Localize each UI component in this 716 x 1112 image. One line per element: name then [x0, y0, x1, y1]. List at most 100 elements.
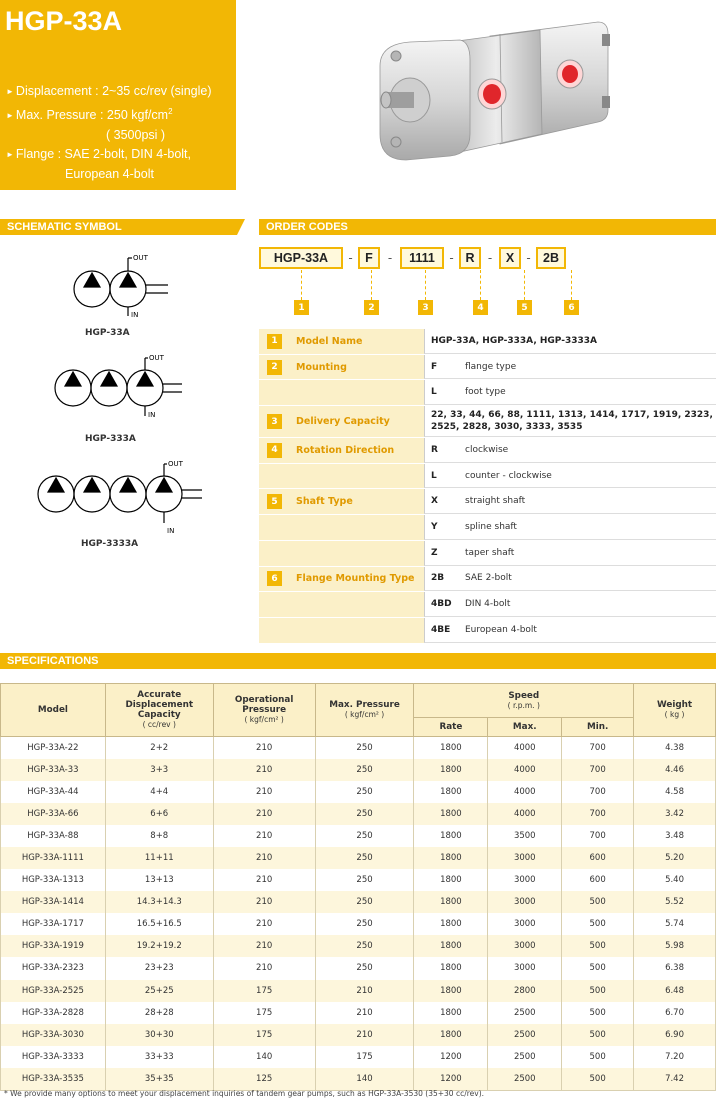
table-cell: 7.42 — [633, 1067, 716, 1091]
table-cell: 6.38 — [633, 957, 716, 980]
table-cell: 5.74 — [633, 913, 716, 936]
table-cell: 2800 — [487, 979, 563, 1002]
table-cell: 4000 — [487, 780, 563, 803]
code-number-badge: 2 — [364, 300, 379, 315]
table-cell: 7.20 — [633, 1045, 716, 1068]
order-row-flange-2: 4BD DIN 4-bolt — [259, 592, 716, 618]
table-cell: 210 — [212, 957, 316, 980]
footnote: * We provide many options to meet your d… — [4, 1089, 485, 1098]
table-row: HGP-33A-22 2+2 210 250 1800 4000 700 4.38 — [0, 736, 716, 759]
table-cell: 1800 — [413, 935, 489, 958]
col-weight: Weight( kg ) — [633, 683, 716, 737]
table-cell: 1800 — [413, 736, 489, 759]
table-cell: 700 — [561, 802, 635, 825]
table-cell: 125 — [212, 1067, 316, 1091]
table-cell: 5.20 — [633, 846, 716, 870]
bullet-triangle-icon: ► — [6, 149, 14, 159]
specifications-section-header: SPECIFICATIONS — [0, 653, 716, 669]
feature-flange: ► Flange : SAE 2-bolt, DIN 4-bolt, — [6, 146, 192, 161]
table-cell: HGP-33A-3030 — [0, 1023, 106, 1046]
order-codes-section-header: ORDER CODES — [259, 219, 716, 235]
table-cell: HGP-33A-1919 — [0, 935, 106, 958]
schematic-hgp-33a — [73, 257, 168, 316]
table-cell: HGP-33A-1414 — [0, 891, 106, 914]
table-cell: 1800 — [413, 758, 489, 781]
table-cell: HGP-33A-2525 — [0, 979, 106, 1002]
out-label: OUT — [133, 254, 149, 262]
table-row: HGP-33A-33 3+3 210 250 1800 4000 700 4.46 — [0, 758, 716, 781]
feature-pressure-psi: ( 3500psi ) — [106, 128, 166, 143]
in-label: IN — [148, 411, 155, 419]
table-cell: 1800 — [413, 824, 489, 847]
row-number-badge: 6 — [267, 571, 282, 587]
table-cell: 4000 — [487, 802, 563, 825]
table-cell: 1800 — [413, 846, 489, 870]
feature-pressure: ► Max. Pressure : 250 kgf/cm2 — [6, 106, 173, 122]
code-number-badge: 1 — [294, 300, 309, 315]
table-row: HGP-33A-3030 30+30 175 210 1800 2500 500 6.90 — [0, 1023, 716, 1046]
row-number-badge: 5 — [267, 494, 282, 510]
table-row: HGP-33A-1919 19.2+19.2 210 250 1800 3000 500 5.… — [0, 935, 716, 958]
order-row-mounting: 2 Mounting Fflange type — [259, 354, 716, 381]
table-cell: HGP-33A-44 — [0, 780, 106, 803]
order-row-flange: 6 Flange Mounting Type 2B SAE 2-bolt — [259, 566, 716, 593]
bullet-triangle-icon: ► — [6, 110, 14, 120]
table-cell: 1800 — [413, 957, 489, 980]
table-cell: HGP-33A-2323 — [0, 957, 106, 980]
table-cell: 500 — [561, 1001, 635, 1024]
table-row: HGP-33A-2323 23+23 210 250 1800 3000 500 6.38 — [0, 957, 716, 980]
table-cell: 1800 — [413, 1001, 489, 1024]
table-cell: 250 — [314, 869, 415, 892]
table-cell: 4000 — [487, 736, 563, 759]
table-cell: 250 — [314, 736, 415, 759]
order-row-rotation: 4 Rotation Direction Rclockwise — [259, 438, 716, 464]
table-cell: 175 — [212, 1001, 316, 1024]
code-number-badge: 4 — [473, 300, 488, 315]
code-connector — [571, 270, 572, 300]
row-number-badge: 4 — [267, 442, 282, 458]
feature-list: ► Displacement : 2~35 cc/rev (single) ► Ma… — [6, 82, 212, 184]
table-row: HGP-33A-3333 33+33 140 175 1200 2500 500 7.20 — [0, 1045, 716, 1068]
order-code-table: 1 Model Name HGP-33A, HGP-333A, HGP-3333A… — [259, 329, 716, 644]
table-cell: 250 — [314, 891, 415, 914]
code-connector — [425, 270, 426, 300]
table-cell: HGP-33A-22 — [0, 736, 106, 759]
table-cell: 3+3 — [104, 758, 214, 781]
code-rotation-box: R — [459, 247, 481, 269]
col-speed-rate: Rate — [413, 717, 489, 737]
table-cell: 3000 — [487, 846, 563, 870]
order-row-model: 1 Model Name HGP-33A, HGP-333A, HGP-3333A — [259, 329, 716, 355]
table-cell: 210 — [212, 846, 316, 870]
table-cell: 500 — [561, 1067, 635, 1091]
table-cell: 175 — [212, 979, 316, 1002]
table-cell: 35+35 — [104, 1067, 214, 1091]
col-speed-max: Max. — [487, 717, 563, 737]
schematic-diagrams: OUT IN OUT IN OUT IN — [37, 254, 202, 535]
table-cell: 5.52 — [633, 891, 716, 914]
table-cell: 250 — [314, 824, 415, 847]
in-label: IN — [167, 527, 174, 535]
table-cell: 140 — [212, 1045, 316, 1068]
table-row: HGP-33A-1111 11+11 210 250 1800 3000 600 5.20 — [0, 846, 716, 870]
table-cell: 700 — [561, 780, 635, 803]
table-cell: 8+8 — [104, 824, 214, 847]
in-label: IN — [131, 311, 138, 319]
table-cell: 500 — [561, 1045, 635, 1068]
table-cell: 500 — [561, 957, 635, 980]
table-cell: HGP-33A-88 — [0, 824, 106, 847]
table-cell: 210 — [314, 1023, 415, 1046]
feature-flange-cont: European 4-bolt — [65, 167, 154, 182]
table-cell: 250 — [314, 913, 415, 936]
table-cell: 23+23 — [104, 957, 214, 980]
row-number-badge: 3 — [267, 414, 282, 430]
table-cell: 250 — [314, 780, 415, 803]
table-cell: 600 — [561, 846, 635, 870]
table-cell: 1800 — [413, 869, 489, 892]
table-cell: 210 — [212, 758, 316, 781]
order-row-shaft-2: Yspline shaft — [259, 515, 716, 541]
table-cell: 4.58 — [633, 780, 716, 803]
table-cell: 210 — [212, 935, 316, 958]
table-cell: 1800 — [413, 979, 489, 1002]
code-shaft-box: X — [499, 247, 521, 269]
order-row-rotation-2: Lcounter - clockwise — [259, 463, 716, 490]
